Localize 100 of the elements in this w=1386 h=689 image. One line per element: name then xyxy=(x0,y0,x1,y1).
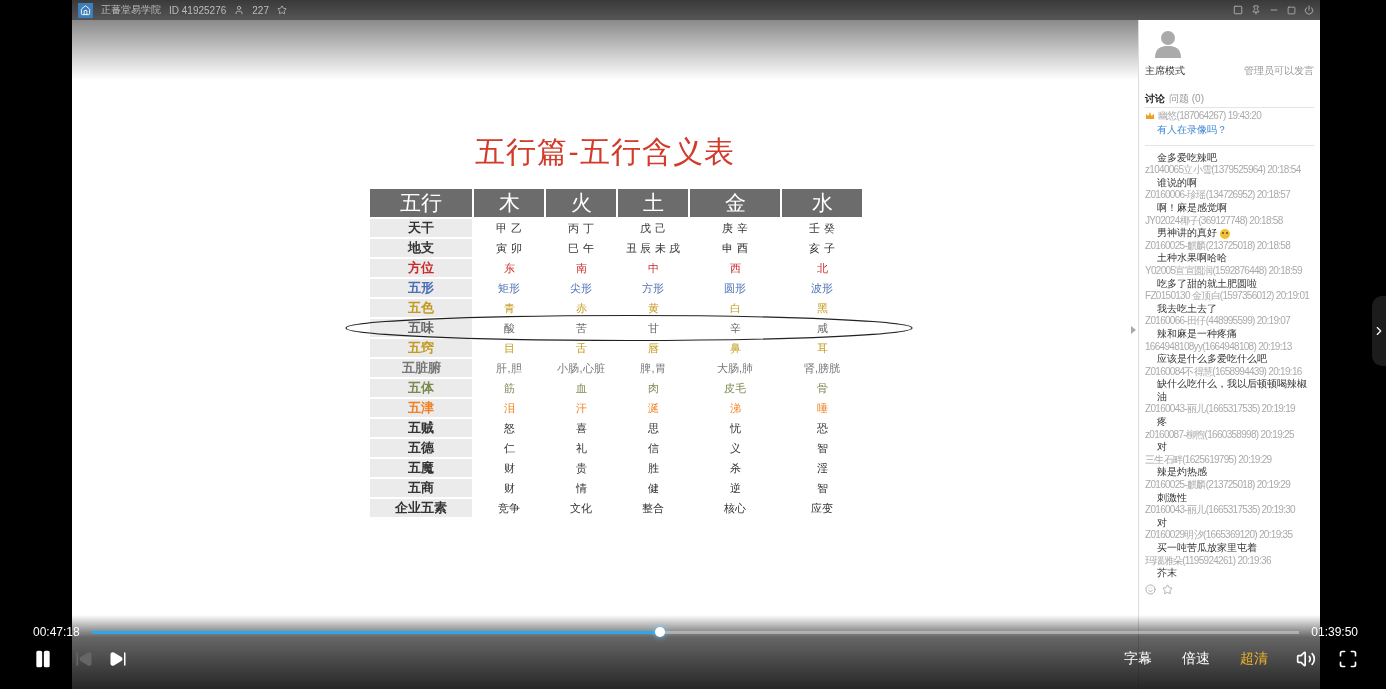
table-cell-text: 胜 xyxy=(646,460,660,476)
table-cell-text: 白 xyxy=(728,300,742,316)
table-cell-text: 义 xyxy=(728,440,742,456)
row-label: 五脏腑 xyxy=(370,359,472,377)
chat-tab[interactable]: 讨论 xyxy=(1145,92,1165,106)
collapse-arrow-icon[interactable] xyxy=(1131,326,1136,336)
row-label: 五贼 xyxy=(370,419,472,437)
crown-icon xyxy=(1145,111,1155,122)
table-cell-text: 唇 xyxy=(646,340,660,356)
table-cell-text: 亥 子 xyxy=(808,240,836,256)
message-meta: Y02005宣宣圆润(1592876448) 20:18:59 xyxy=(1145,264,1303,278)
table-cell-text: 壬 癸 xyxy=(808,220,836,236)
emoji-icon[interactable] xyxy=(1145,583,1156,595)
power-icon[interactable] xyxy=(1304,5,1314,15)
progress-track[interactable] xyxy=(91,630,1300,634)
table-cell-text: 赤 xyxy=(574,300,588,316)
table-cell-text: 尖形 xyxy=(569,280,593,296)
table-cell-text: 脾,胃 xyxy=(639,360,667,376)
column-header: 土 xyxy=(618,189,688,217)
table-cell-text: 肝,胆 xyxy=(495,360,523,376)
table-cell-text: 戊 己 xyxy=(639,220,667,236)
checkbox-icon[interactable] xyxy=(1233,5,1243,15)
progress-thumb[interactable] xyxy=(655,626,666,637)
table-cell-text: 整合 xyxy=(641,500,665,516)
chat-message: 金多爱吃辣吧 xyxy=(1156,151,1218,164)
next-page-button[interactable] xyxy=(1372,295,1386,366)
chat-message: 芥末 xyxy=(1156,567,1178,580)
table-cell-text: 涕 xyxy=(728,400,742,416)
pin-icon[interactable] xyxy=(1251,5,1261,15)
chat-message: 辣是灼热感 xyxy=(1156,466,1208,479)
next-button[interactable] xyxy=(109,650,127,668)
total-time: 01:39:50 xyxy=(1311,625,1358,639)
row-label: 五津 xyxy=(370,399,472,417)
table-cell-text: 甘 xyxy=(646,320,660,336)
chat-message: 土种水果啊哈哈 xyxy=(1156,252,1228,265)
message-meta: Z0160066-田仔(448995599) 20:19:07 xyxy=(1145,315,1292,328)
table-cell-text: 肉 xyxy=(646,380,660,396)
user-icon xyxy=(234,5,245,15)
table-cell-text: 恐 xyxy=(815,420,829,436)
table-cell-text: 小肠,心脏 xyxy=(556,360,606,376)
message-meta: 1664948108yy(1664948108) 20:19:13 xyxy=(1145,340,1293,353)
chat-message: 男神讲的真好 xyxy=(1145,227,1314,240)
home-icon[interactable] xyxy=(78,2,93,18)
table-cell-text: 中 xyxy=(646,260,660,276)
table-cell-text: 鼻 xyxy=(728,340,742,356)
table-cell-text: 仁 xyxy=(502,440,516,456)
maximize-icon[interactable] xyxy=(1287,5,1296,15)
table-cell-text: 应变 xyxy=(810,500,834,516)
table-cell-text: 文化 xyxy=(569,500,593,516)
table-cell-text: 方形 xyxy=(641,280,665,296)
table-cell-text: 礼 xyxy=(574,440,588,456)
row-label: 五德 xyxy=(370,439,472,457)
volume-button[interactable] xyxy=(1296,649,1316,669)
table-cell-text: 寅 卯 xyxy=(495,240,523,256)
table-cell-text: 唾 xyxy=(815,400,829,416)
message-meta: Z0160025-麒麟(213725018) 20:18:58 xyxy=(1145,239,1292,253)
message-meta: Z0160043-丽儿(1665317535) 20:19:19 xyxy=(1145,403,1296,417)
player-option[interactable]: 倍速 xyxy=(1182,650,1210,668)
table-cell-text: 涎 xyxy=(646,400,660,416)
row-label: 天干 xyxy=(370,219,472,237)
table-cell-text: 淫 xyxy=(815,460,829,476)
table-cell-text: 北 xyxy=(815,260,829,276)
player-option[interactable]: 超清 xyxy=(1240,650,1268,668)
message-meta: Z0160029明汐(1665369120) 20:19:35 xyxy=(1145,529,1294,542)
room-id: ID 41925276 xyxy=(169,4,227,16)
table-cell-text: 信 xyxy=(646,440,660,456)
fullscreen-button[interactable] xyxy=(1338,649,1358,669)
table-cell-text: 健 xyxy=(646,480,660,496)
table-cell-text: 舌 xyxy=(574,340,588,356)
row-label: 五魔 xyxy=(370,459,472,477)
star-icon[interactable] xyxy=(276,5,287,15)
table-cell-text: 逆 xyxy=(728,480,742,496)
table-cell-text: 丑 辰 未 戌 xyxy=(625,240,681,256)
column-header: 火 xyxy=(546,189,616,217)
player-option[interactable]: 字幕 xyxy=(1124,650,1152,668)
table-cell-text: 目 xyxy=(502,340,516,356)
chat-message: 买一吨苦瓜放家里屯着 xyxy=(1156,542,1258,555)
table-cell-text: 南 xyxy=(574,260,588,276)
star-icon[interactable] xyxy=(1162,583,1173,595)
table-cell-text: 泪 xyxy=(502,400,516,416)
table-cell-text: 怒 xyxy=(502,420,516,436)
pinned-message: 有人在录像吗？ xyxy=(1156,122,1228,137)
row-label: 地支 xyxy=(370,239,472,257)
chat-message: 谁说的啊 xyxy=(1156,176,1198,190)
table-cell-text: 皮毛 xyxy=(723,380,747,396)
table-cell-text: 黄 xyxy=(646,300,660,316)
message-meta: Z0160006-珍瑶(134726952) 20:18:57 xyxy=(1145,189,1292,202)
table-cell-text: 丙 丁 xyxy=(567,220,595,236)
chat-message: 应该是什么多爱吃什么吧 xyxy=(1156,353,1268,366)
column-header: 木 xyxy=(474,189,544,217)
chat-message: 刺激性 xyxy=(1156,491,1188,505)
pause-button[interactable] xyxy=(33,649,53,669)
table-cell-text: 竞争 xyxy=(497,500,521,516)
message-meta: 幽悠(187064267) 19:43:20 xyxy=(1157,110,1263,123)
table-cell-text: 思 xyxy=(646,420,660,436)
table-cell-text: 西 xyxy=(728,260,742,276)
table-cell-text: 喜 xyxy=(574,420,588,436)
table-cell-text: 财 xyxy=(502,460,516,476)
table-cell-text: 核心 xyxy=(723,500,747,516)
message-meta: 三生石畔(1625619795) 20:19:29 xyxy=(1145,453,1273,466)
